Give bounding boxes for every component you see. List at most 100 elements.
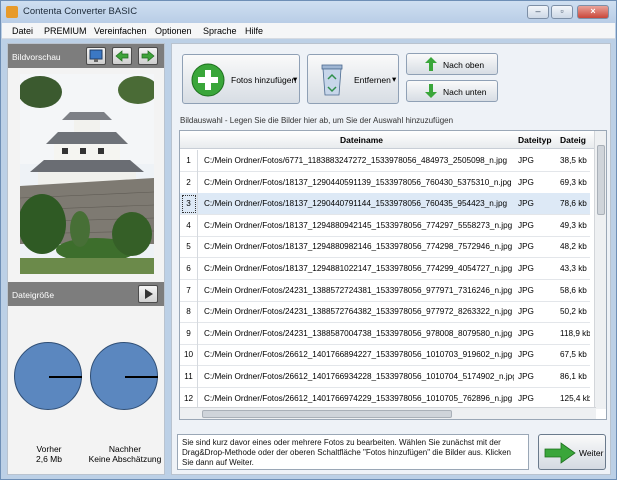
window-title: Contenta Converter BASIC [23,6,138,17]
cell-filetype: JPG [518,242,534,252]
file-size-label: Dateigröße [12,290,55,300]
table-row[interactable]: 1 C:/Mein Ordner/Fotos/6771_1183883247272… [180,150,590,172]
table-row[interactable]: 10 C:/Mein Ordner/Fotos/26612_14017668942… [180,344,590,367]
column-filename[interactable]: Dateiname [340,135,383,145]
recycle-bin-icon [321,64,343,96]
cell-filetype: JPG [518,328,534,338]
table-header: Dateiname Dateityp Dateig [180,131,600,149]
cell-filesize: 49,3 kb [560,220,587,230]
row-number: 11 [180,366,198,388]
pie-indicator-line [125,376,158,378]
move-up-label: Nach oben [443,60,485,70]
minimize-button[interactable]: – [527,5,549,19]
row-number: 6 [180,258,198,280]
row-number: 3 [180,193,198,216]
title-bar: Contenta Converter BASIC – ▫ × [1,1,616,23]
menu-optionen[interactable]: Optionen [155,26,192,36]
move-up-button[interactable]: Nach oben [406,53,498,75]
cell-filename: C:/Mein Ordner/Fotos/24231_1388572724381… [204,285,513,295]
close-button[interactable]: × [577,5,609,19]
cell-filesize: 125,4 kb [560,393,590,403]
horizontal-scroll-thumb[interactable] [202,410,452,418]
cell-filesize: 67,5 kb [560,350,587,360]
cell-filetype: JPG [518,220,534,230]
menu-premium[interactable]: PREMIUM [44,26,87,36]
column-filesize[interactable]: Dateig [560,135,586,145]
cell-filename: C:/Mein Ordner/Fotos/18137_1290440791144… [204,199,508,209]
table-row[interactable]: 8 C:/Mein Ordner/Fotos/24231_138857276438… [180,301,590,324]
before-value: 2,6 Mb [36,454,62,464]
cell-filetype: JPG [518,350,534,360]
arrow-right-icon [544,442,576,464]
move-down-button[interactable]: Nach unten [406,80,498,102]
vertical-scroll-thumb[interactable] [597,145,605,215]
remove-button[interactable]: Entfernen ▾ [307,54,399,104]
left-panel: Bildvorschau Dateigröße Vorher 2,6 Mb Na… [7,43,165,475]
monitor-button[interactable] [86,47,106,65]
menu-vereinfachen[interactable]: Vereinfachen [94,26,147,36]
right-panel: Fotos hinzufügen ▾ Entfernen ▾ Nach oben… [171,43,611,475]
table-row[interactable]: 3 C:/Mein Ordner/Fotos/18137_129044079114… [180,193,590,216]
row-number: 8 [180,301,198,324]
arrow-up-icon [425,57,437,71]
previous-button[interactable] [112,47,132,65]
dropdown-arrow-icon: ▾ [293,74,298,84]
before-label: Vorher [36,444,62,454]
cell-filetype: JPG [518,177,534,187]
file-size-header: Dateigröße [8,282,164,306]
arrow-left-icon [115,50,129,62]
next-step-button[interactable]: Weiter [538,434,606,470]
table-row[interactable]: 9 C:/Mein Ordner/Fotos/24231_138858700473… [180,322,590,345]
cell-filetype: JPG [518,264,534,273]
cell-filesize: 69,3 kb [560,177,587,187]
after-label-group: Nachher Keine Abschätzung [86,444,164,464]
horizontal-scrollbar[interactable] [180,407,596,419]
image-preview [20,74,154,274]
preview-label: Bildvorschau [12,52,61,62]
castle-photo [20,74,154,274]
cell-filesize: 86,1 kb [560,372,587,381]
table-row[interactable]: 5 C:/Mein Ordner/Fotos/18137_129488098214… [180,236,590,259]
cell-filesize: 48,2 kb [560,242,587,252]
play-button[interactable] [138,285,158,303]
menu-hilfe[interactable]: Hilfe [245,26,263,36]
cell-filename: C:/Mein Ordner/Fotos/18137_1294880942145… [204,220,513,230]
plus-icon [191,63,225,97]
table-row[interactable]: 4 C:/Mein Ordner/Fotos/18137_129488094214… [180,214,590,237]
menu-sprache[interactable]: Sprache [203,26,237,36]
drop-hint: Bildauswahl - Legen Sie die Bilder hier … [180,116,454,125]
before-size-pie [14,342,82,410]
vertical-scrollbar[interactable] [594,131,606,409]
info-text-box: Sie sind kurz davor eines oder mehrere F… [177,434,529,470]
after-size-pie [90,342,158,410]
after-value: Keine Abschätzung [88,454,162,464]
cell-filename: C:/Mein Ordner/Fotos/6771_1183883247272_… [204,156,508,165]
cell-filetype: JPG [518,307,534,317]
table-row[interactable]: 2 C:/Mein Ordner/Fotos/18137_129044059113… [180,171,590,194]
row-number: 5 [180,236,198,259]
add-photos-button[interactable]: Fotos hinzufügen ▾ [182,54,300,104]
before-label-group: Vorher 2,6 Mb [10,444,88,464]
app-icon [6,6,18,18]
file-table: Dateiname Dateityp Dateig 1 C:/Mein Ordne… [179,130,607,420]
after-label: Nachher [108,444,142,454]
column-filetype[interactable]: Dateityp [518,135,552,145]
cell-filename: C:/Mein Ordner/Fotos/18137_1294880982146… [204,242,513,252]
next-button[interactable] [138,47,158,65]
cell-filesize: 118,9 kb [560,328,590,338]
table-row[interactable]: 7 C:/Mein Ordner/Fotos/24231_138857272438… [180,279,590,302]
cell-filename: C:/Mein Ordner/Fotos/26612_1401766934228… [204,372,514,381]
app-window: Contenta Converter BASIC – ▫ × Datei PRE… [0,0,617,480]
pie-indicator-line [49,376,82,378]
cell-filetype: JPG [518,156,534,165]
table-row[interactable]: 11 C:/Mein Ordner/Fotos/26612_14017669342… [180,366,590,388]
cell-filetype: JPG [518,393,534,403]
row-number: 9 [180,322,198,345]
row-number: 4 [180,214,198,237]
menu-datei[interactable]: Datei [12,26,33,36]
menu-bar: Datei PREMIUM Vereinfachen Optionen Spra… [2,23,615,39]
cell-filetype: JPG [518,285,534,295]
arrow-down-icon [425,84,437,98]
maximize-button[interactable]: ▫ [551,5,573,19]
table-row[interactable]: 6 C:/Mein Ordner/Fotos/18137_129488102214… [180,258,590,280]
